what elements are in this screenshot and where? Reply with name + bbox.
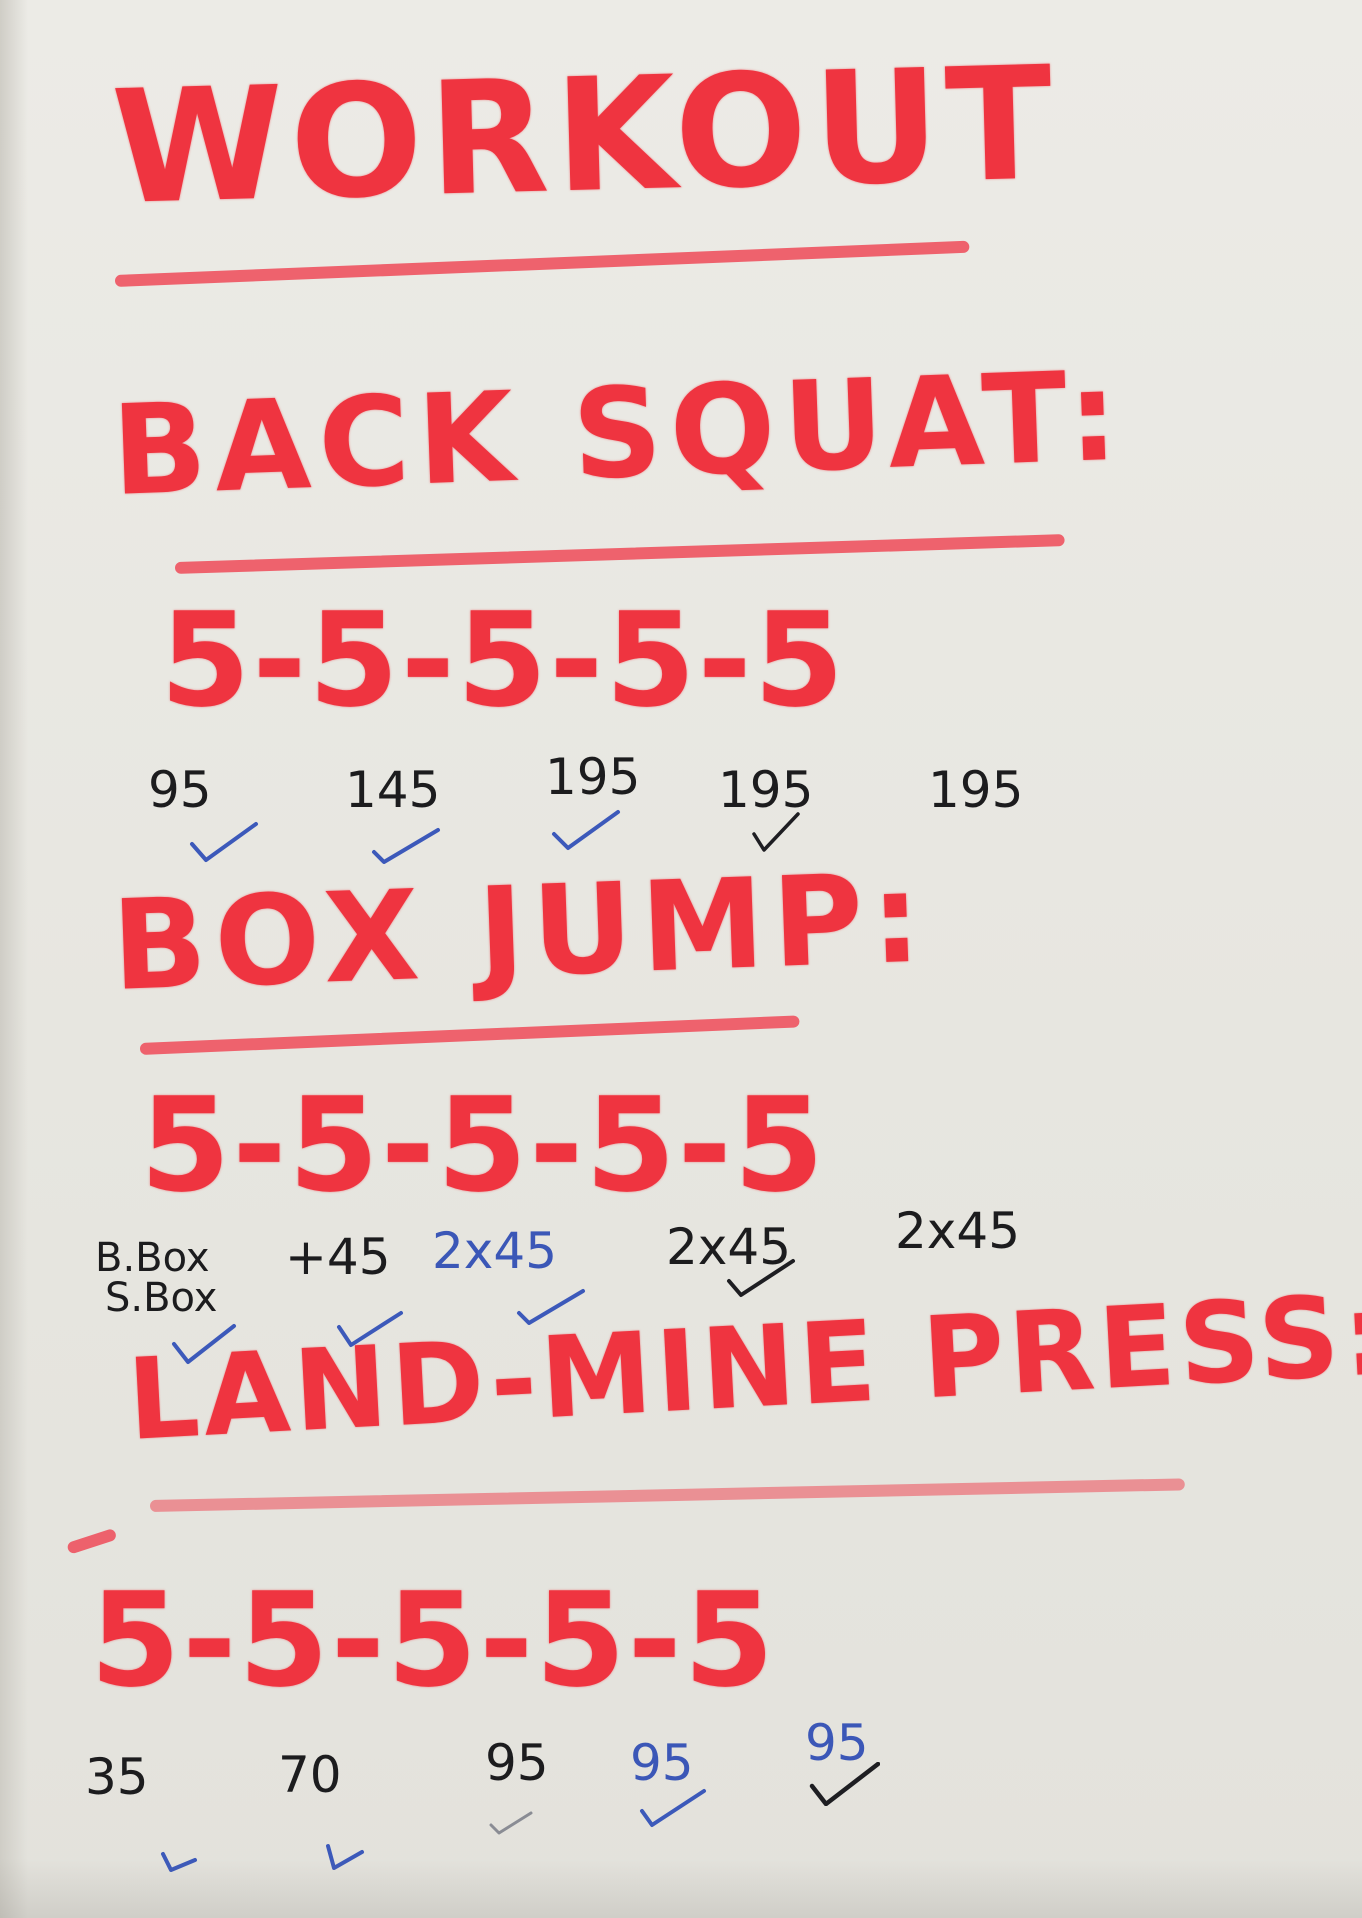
back-squat-reps: 5-5-5-5-5	[160, 584, 847, 736]
land-mine-press-heading: LAND-MINE PRESS:	[124, 1269, 1362, 1466]
check-icon	[188, 820, 260, 864]
back-squat-heading: BACK SQUAT:	[109, 344, 1129, 524]
check-icon	[746, 810, 818, 854]
land-mine-press-weight-4: 95	[630, 1734, 694, 1792]
box-jump-weight-1: B.Box	[95, 1235, 210, 1281]
back-squat-underline	[174, 534, 1065, 574]
check-icon	[725, 1255, 797, 1299]
back-squat-weight-4: 195	[718, 761, 814, 819]
back-squat-weight-3: 195	[545, 748, 641, 806]
check-icon	[808, 1762, 880, 1806]
box-jump-weight-2: S.Box	[105, 1275, 218, 1321]
check-icon	[485, 1795, 557, 1839]
box-jump-underline	[139, 1015, 800, 1055]
board-bottom-shadow	[0, 1858, 1362, 1918]
land-mine-press-weight-3: 95	[485, 1734, 549, 1792]
title-underline	[114, 240, 970, 287]
check-icon	[638, 1785, 710, 1829]
box-jump-weight-4: 2x45	[432, 1222, 558, 1280]
land-mine-press-underline	[149, 1478, 1185, 1512]
land-mine-press-reps: 5-5-5-5-5	[90, 1564, 777, 1716]
back-squat-weight-1: 95	[148, 761, 212, 819]
land-mine-press-weight-5: 95	[805, 1714, 869, 1772]
land-mine-press-weight-1: 35	[85, 1748, 149, 1806]
box-jump-heading: BOX JUMP:	[109, 846, 932, 1019]
workout-title: WORKOUT	[109, 32, 1061, 239]
land-mine-press-weight-2: 70	[278, 1746, 342, 1804]
box-jump-reps: 5-5-5-5-5	[140, 1069, 827, 1221]
back-squat-weight-5: 195	[928, 761, 1024, 819]
whiteboard: WORKOUT BACK SQUAT: 5-5-5-5-5 95 145 195…	[0, 0, 1362, 1918]
check-icon	[550, 808, 622, 852]
box-jump-weight-6: 2x45	[895, 1202, 1021, 1260]
back-squat-weight-2: 145	[345, 761, 441, 819]
stray-dash-mark	[66, 1527, 118, 1555]
box-jump-weight-3: +45	[285, 1228, 391, 1286]
check-icon	[370, 822, 442, 866]
board-edge-shadow	[0, 0, 28, 1918]
